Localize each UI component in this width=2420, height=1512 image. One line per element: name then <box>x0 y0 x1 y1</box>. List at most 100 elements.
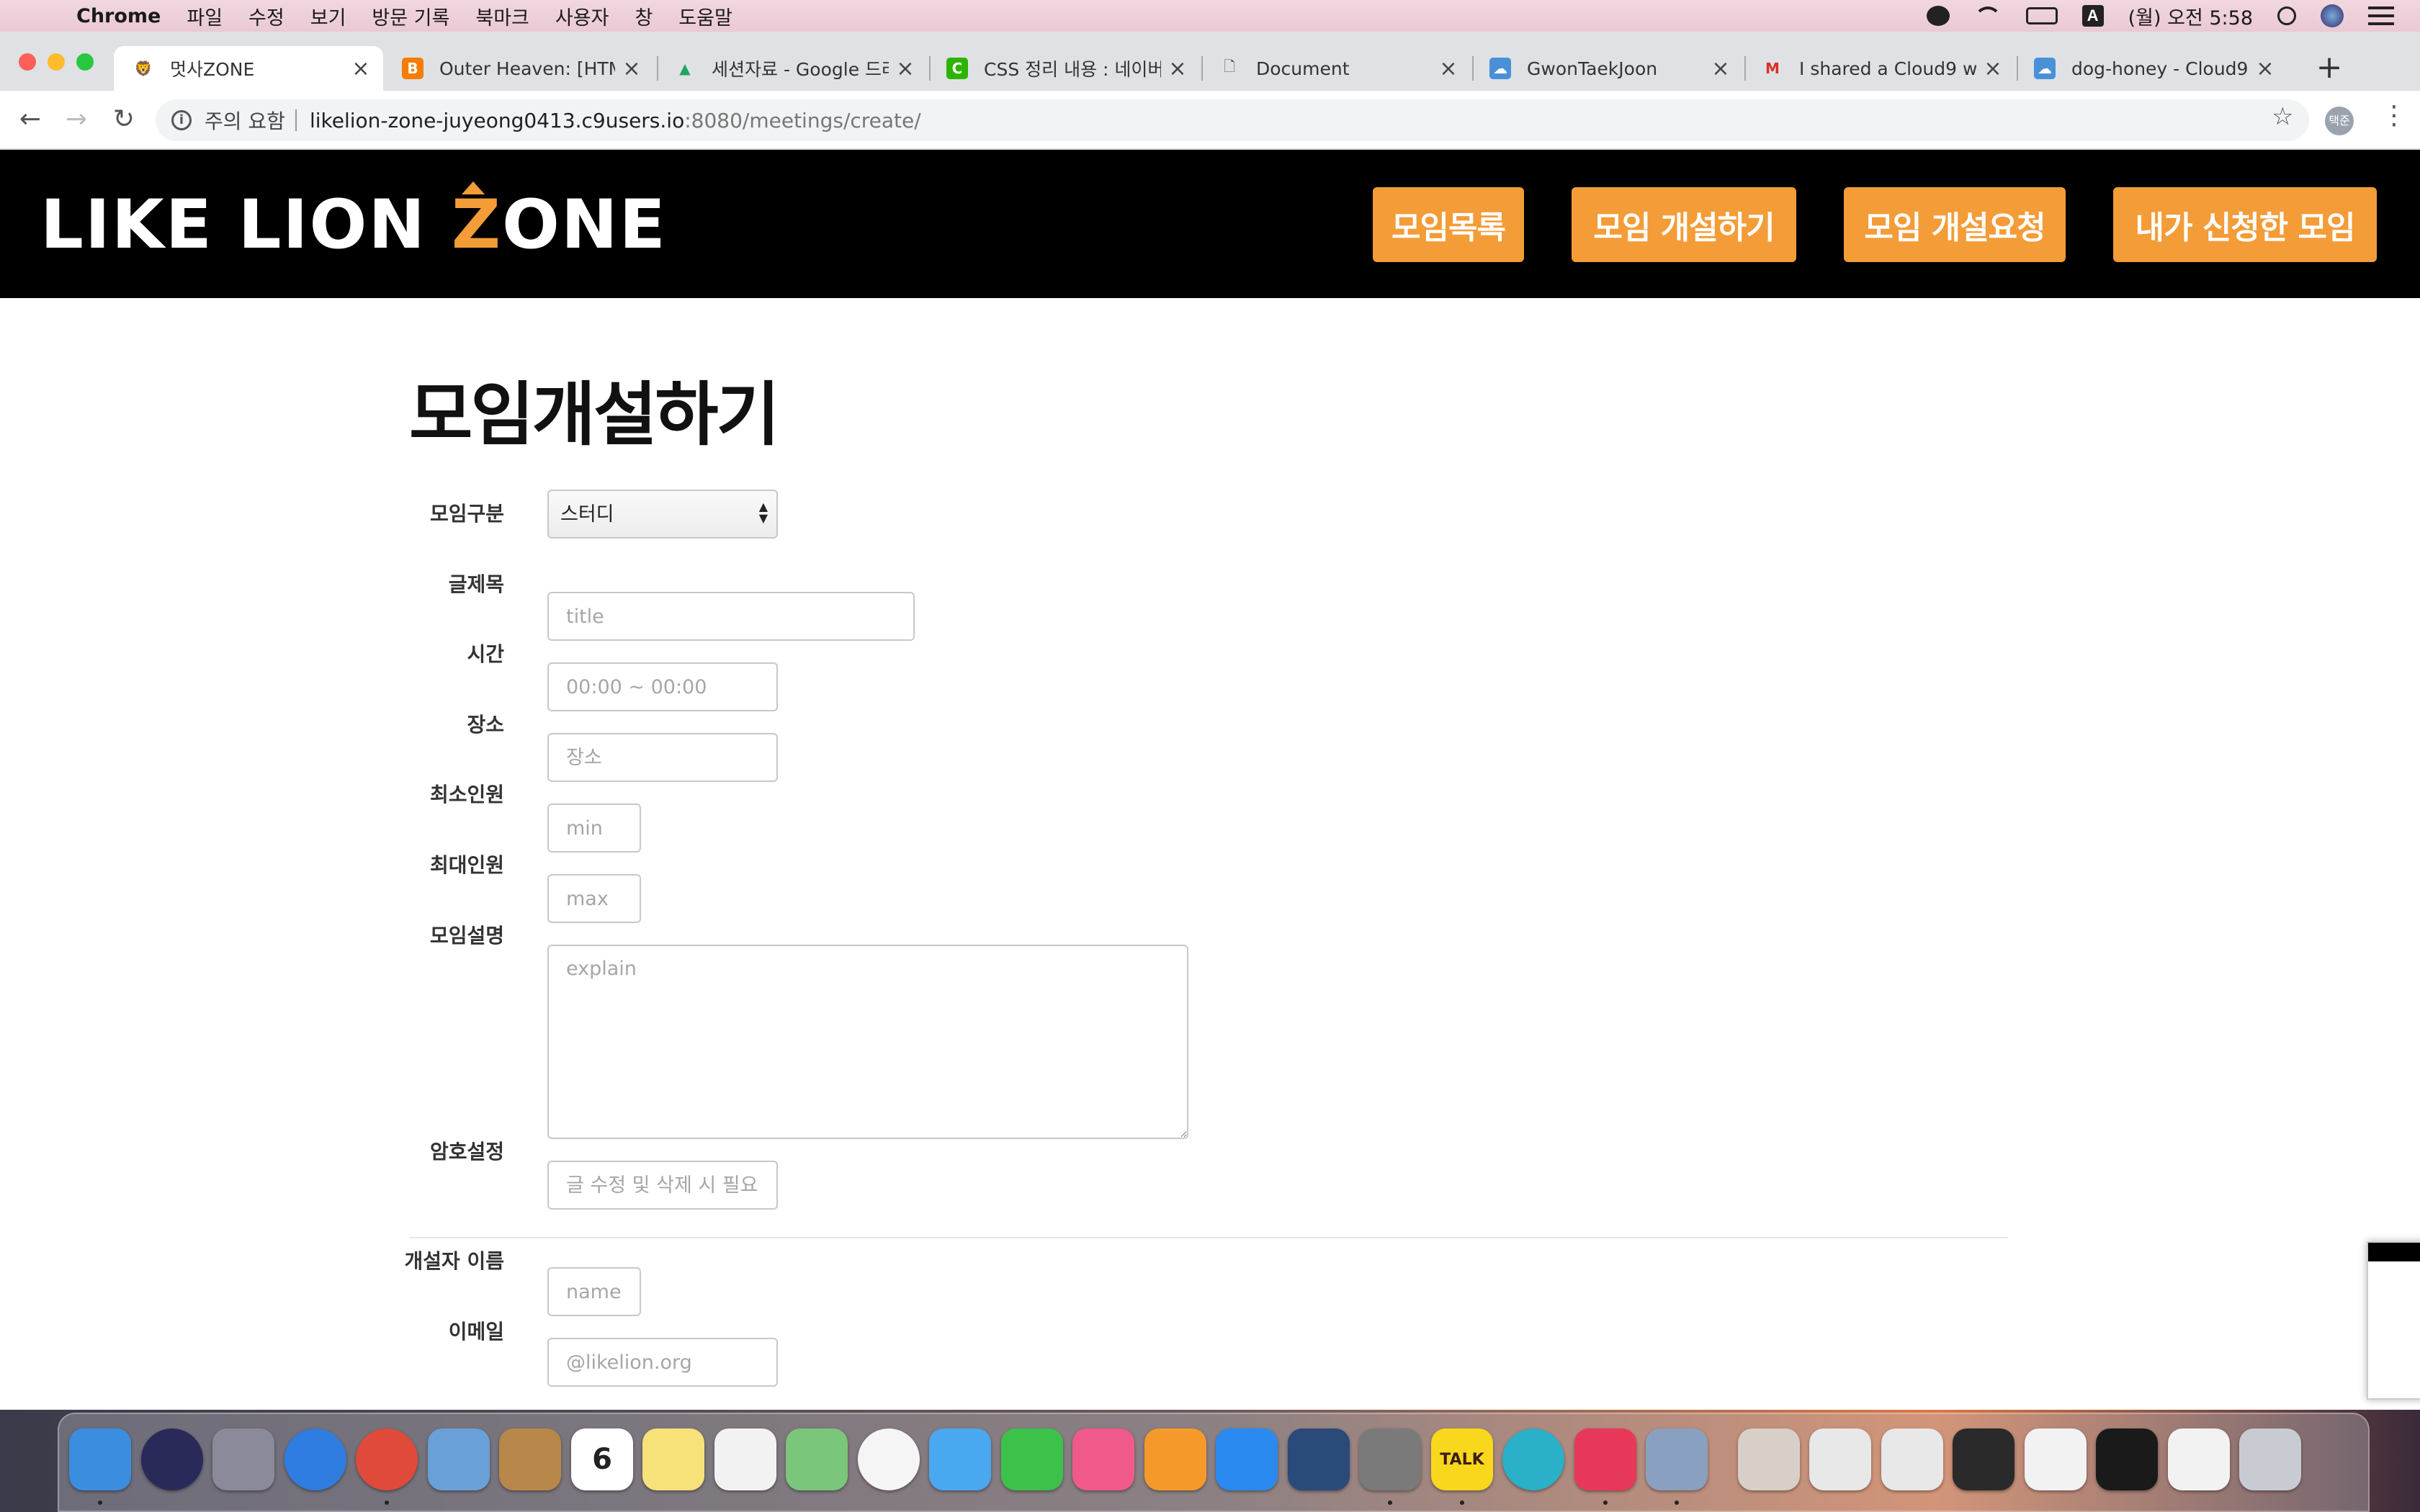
profile-avatar[interactable]: 택준 <box>2325 107 2354 135</box>
whale-icon[interactable] <box>1502 1428 1564 1490</box>
siri-icon[interactable] <box>141 1428 203 1490</box>
safari-icon[interactable] <box>284 1428 346 1490</box>
document-stack-icon[interactable] <box>1738 1428 1800 1490</box>
chrome-thumb-icon[interactable] <box>2168 1428 2230 1490</box>
chrome-thumb-icon[interactable] <box>2096 1428 2158 1490</box>
forward-arrow-icon[interactable]: → <box>60 104 92 135</box>
menu-view[interactable]: 보기 <box>310 2 346 30</box>
nav-meeting-list-button[interactable]: 모임목록 <box>1373 187 1524 262</box>
menu-people[interactable]: 사용자 <box>555 2 609 30</box>
close-icon[interactable]: × <box>2256 56 2275 81</box>
info-icon[interactable]: i <box>171 110 192 130</box>
menu-help[interactable]: 도움말 <box>678 2 732 30</box>
chrome-menu-icon[interactable]: ⋮ <box>2381 101 2407 130</box>
address-bar[interactable]: i 주의 요함 likelion-zone-juyeong0413.c9user… <box>156 99 2309 141</box>
books-icon[interactable] <box>1144 1428 1206 1490</box>
reminders-icon[interactable] <box>714 1428 776 1490</box>
bookmark-star-icon[interactable]: ☆ <box>2272 102 2293 131</box>
security-warning[interactable]: 주의 요함 <box>205 106 285 135</box>
input-source-icon[interactable]: A <box>2081 5 2104 27</box>
tab-naver-css[interactable]: C CSS 정리 내용 : 네이버 카 × <box>928 46 1200 91</box>
menu-app-name[interactable]: Chrome <box>76 5 161 27</box>
preview-icon[interactable] <box>1646 1428 1708 1490</box>
terminal-thumb-icon[interactable] <box>1953 1428 2015 1490</box>
nav-my-meetings-button[interactable]: 내가 신청한 모임 <box>2113 187 2377 262</box>
tab-title: 세션자료 - Google 드라이 <box>712 59 889 80</box>
gmail-favicon-icon: M <box>1765 60 1780 77</box>
tab-likelion-zone[interactable]: 🦁 멋사ZONE × <box>114 46 383 91</box>
nav-create-meeting-button[interactable]: 모임 개설하기 <box>1572 187 1796 262</box>
vscode-icon[interactable] <box>1288 1428 1350 1490</box>
menu-window[interactable]: 창 <box>635 2 653 30</box>
tab-title: I shared a Cloud9 wor <box>1799 58 1976 79</box>
close-icon[interactable]: × <box>1984 56 2002 81</box>
menu-history[interactable]: 방문 기록 <box>372 2 449 30</box>
close-icon[interactable]: × <box>351 56 370 81</box>
tab-google-drive[interactable]: ▲ 세션자료 - Google 드라이 × <box>655 46 928 91</box>
reload-icon[interactable]: ↻ <box>108 104 140 135</box>
chrome-icon[interactable] <box>356 1428 418 1490</box>
screenshot-icon[interactable] <box>1881 1428 1943 1490</box>
tab-gmail-cloud9[interactable]: M I shared a Cloud9 wor × <box>1743 46 2015 91</box>
close-icon[interactable]: × <box>1711 56 1730 81</box>
email-input[interactable] <box>547 1338 778 1387</box>
menu-file[interactable]: 파일 <box>187 2 223 30</box>
browser-toolbar: ← → ↻ i 주의 요함 likelion-zone-juyeong0413.… <box>0 91 2420 150</box>
tab-gwontaekjoon[interactable]: ☁ GwonTaekJoon × <box>1471 46 1743 91</box>
kakaotalk-icon[interactable]: TALK <box>1431 1428 1493 1490</box>
close-icon[interactable]: × <box>622 56 641 81</box>
notes-icon[interactable] <box>642 1428 704 1490</box>
contacts-icon[interactable] <box>499 1428 561 1490</box>
menu-bar-clock[interactable]: (월) 오전 5:58 <box>2128 2 2253 30</box>
itunes-icon[interactable] <box>1072 1428 1134 1490</box>
app-store-icon[interactable] <box>1216 1428 1278 1490</box>
mail-icon[interactable] <box>428 1428 490 1490</box>
spotlight-search-icon[interactable] <box>2277 6 2296 25</box>
title-input[interactable] <box>547 592 915 641</box>
zoom-window-button[interactable] <box>76 53 94 71</box>
battery-icon[interactable] <box>2025 7 2058 24</box>
tab-outer-heaven[interactable]: B Outer Heaven: [HTML] × <box>383 46 654 91</box>
chrome-thumb-icon[interactable] <box>2025 1428 2087 1490</box>
lion-favicon-icon: 🦁 <box>134 60 153 77</box>
maps-icon[interactable] <box>786 1428 848 1490</box>
new-tab-button[interactable]: + <box>2313 52 2345 84</box>
messages-status-icon[interactable] <box>1926 6 1950 26</box>
description-textarea[interactable] <box>547 945 1188 1139</box>
trash-icon[interactable] <box>2239 1428 2301 1490</box>
messages-icon[interactable] <box>929 1428 991 1490</box>
tab-document[interactable]: 🗋 Document × <box>1200 46 1471 91</box>
nav-meeting-request-button[interactable]: 모임 개설요청 <box>1844 187 2066 262</box>
bear-icon[interactable] <box>1574 1428 1636 1490</box>
category-select[interactable]: 스터디 <box>547 490 778 539</box>
password-input[interactable] <box>547 1161 778 1210</box>
min-people-input[interactable] <box>547 804 641 852</box>
screenshot-thumbnail[interactable] <box>2367 1241 2420 1400</box>
menu-bookmarks[interactable]: 북마크 <box>475 2 529 30</box>
notification-center-icon[interactable] <box>2368 6 2394 25</box>
facetime-icon[interactable] <box>1001 1428 1063 1490</box>
calendar-icon[interactable]: 6 <box>571 1428 633 1490</box>
creator-name-input[interactable] <box>547 1267 641 1316</box>
time-input[interactable] <box>547 662 778 711</box>
close-icon[interactable]: × <box>1439 56 1458 81</box>
finder-icon[interactable] <box>69 1428 131 1490</box>
tab-dog-honey[interactable]: ☁ dog-honey - Cloud9 × <box>2015 46 2287 91</box>
launchpad-icon[interactable] <box>212 1428 274 1490</box>
place-input[interactable] <box>547 733 778 782</box>
close-icon[interactable]: × <box>1168 56 1187 81</box>
max-people-input[interactable] <box>547 874 641 923</box>
close-icon[interactable]: × <box>896 56 915 81</box>
category-label: 모임구분 <box>429 502 504 526</box>
running-indicator <box>1603 1500 1608 1505</box>
wifi-icon[interactable] <box>1973 6 2002 25</box>
siri-icon[interactable] <box>2321 4 2344 27</box>
close-window-button[interactable] <box>19 53 36 71</box>
site-logo[interactable]: LIKE LION ZONE <box>40 186 667 264</box>
minimize-window-button[interactable] <box>48 53 65 71</box>
back-arrow-icon[interactable]: ← <box>14 104 46 135</box>
menu-edit[interactable]: 수정 <box>248 2 284 30</box>
screenshot-icon[interactable] <box>1809 1428 1871 1490</box>
system-preferences-icon[interactable] <box>1359 1428 1421 1490</box>
photos-icon[interactable] <box>858 1428 920 1490</box>
